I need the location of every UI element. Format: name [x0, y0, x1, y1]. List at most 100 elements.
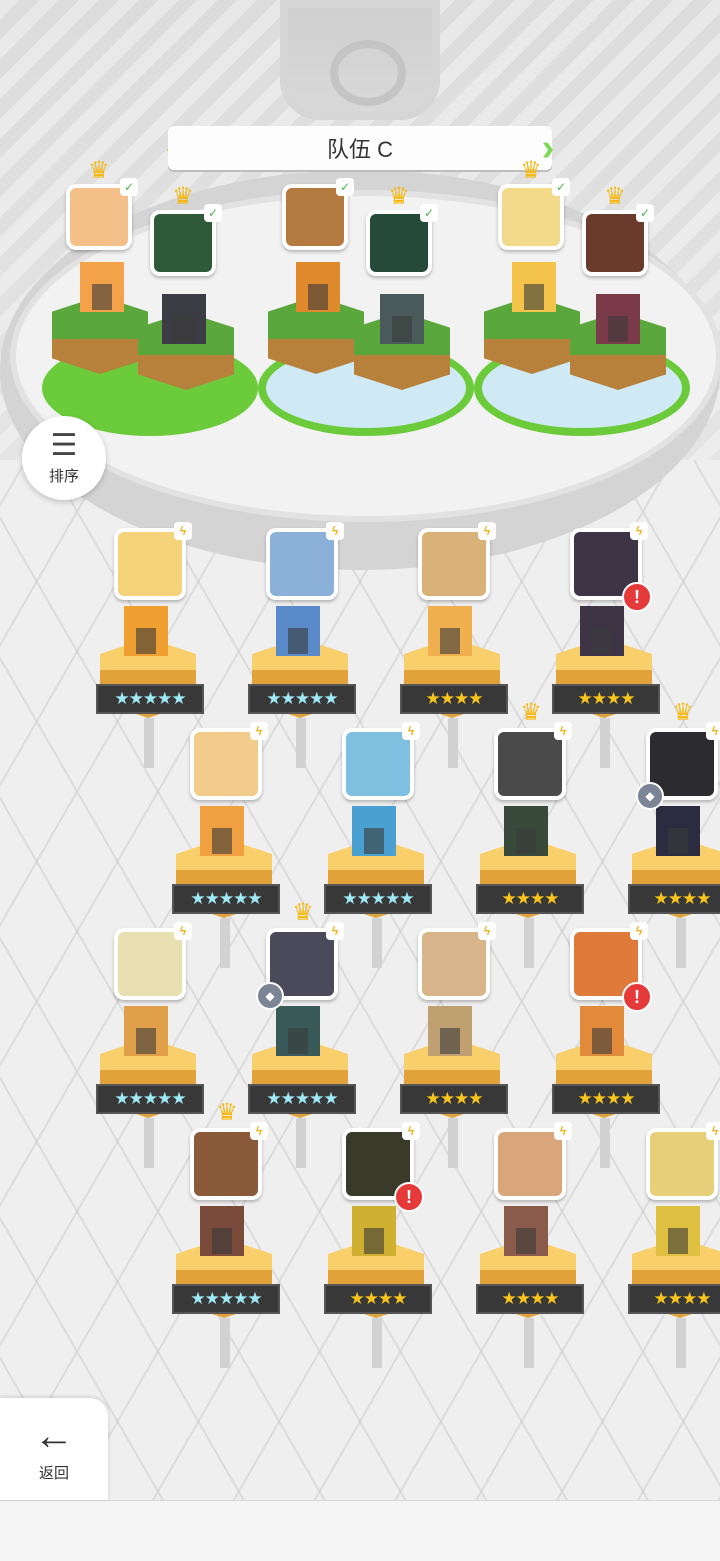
hero-face: [422, 532, 486, 596]
alert-icon: !: [622, 982, 652, 1012]
lightning-icon: ϟ: [706, 1122, 720, 1140]
crown-icon: ♛: [216, 1099, 238, 1126]
hero-face: [346, 732, 410, 796]
team-title-banner: 队伍 C: [168, 126, 552, 170]
star-rating: ★★★★★: [248, 1084, 356, 1114]
hero-sprite: [352, 1206, 396, 1256]
lightning-icon: ϟ: [554, 1122, 572, 1140]
hero-sprite: [580, 1006, 624, 1056]
team-member-portrait[interactable]: ✓: [498, 178, 570, 250]
sort-button[interactable]: ☰ 排序: [22, 416, 106, 500]
team-member-portrait[interactable]: ✓: [66, 178, 138, 250]
leaf-icon: ✓: [120, 178, 138, 196]
hero-sprite: [512, 262, 556, 312]
lightning-icon: ϟ: [630, 922, 648, 940]
crown-icon: ♛: [672, 699, 694, 726]
star-rating: ★★★★: [628, 1284, 720, 1314]
star-rating: ★★★★: [400, 684, 508, 714]
team-member-portrait[interactable]: ✓: [366, 204, 438, 276]
crown-icon: ♛: [88, 157, 110, 184]
hero-portrait[interactable]: ϟ: [342, 722, 420, 800]
sort-icon: ☰: [50, 428, 78, 462]
hero-face: [422, 932, 486, 996]
pedestal-pole: [448, 718, 458, 768]
star-rating: ★★★★: [552, 684, 660, 714]
hero-face: [286, 188, 344, 246]
lightning-icon: ϟ: [630, 522, 648, 540]
back-button[interactable]: ← 返回: [0, 1398, 108, 1500]
crown-icon: ♛: [520, 157, 542, 184]
hero-sprite: [580, 606, 624, 656]
hero-sprite: [162, 294, 206, 344]
sort-label: 排序: [48, 467, 79, 485]
pedestal-pole: [296, 718, 306, 768]
team-title: 队伍 C: [326, 137, 393, 162]
hero-face: [194, 732, 258, 796]
gem-icon: ◆: [256, 982, 284, 1010]
hero-face: [650, 1132, 714, 1196]
hero-face: [502, 188, 560, 246]
pedestal-pole: [600, 1118, 610, 1168]
pedestal-pole: [524, 1318, 534, 1368]
hero-face: [270, 532, 334, 596]
hero-face: [118, 932, 182, 996]
hero-sprite: [296, 262, 340, 312]
hero-portrait[interactable]: ϟ: [494, 722, 572, 800]
leaf-icon: ✓: [552, 178, 570, 196]
pedestal-pole: [676, 1318, 686, 1368]
hero-sprite: [276, 606, 320, 656]
hero-portrait[interactable]: ϟ: [494, 1122, 572, 1200]
hero-portrait[interactable]: ϟ: [114, 922, 192, 1000]
pedestal-pole: [600, 718, 610, 768]
hero-sprite: [504, 1206, 548, 1256]
hero-face: [586, 214, 644, 272]
hero-face: [118, 532, 182, 596]
lightning-icon: ϟ: [402, 1122, 420, 1140]
pedestal-pole: [372, 1318, 382, 1368]
hero-face: [194, 1132, 258, 1196]
leaf-icon: ✓: [336, 178, 354, 196]
hero-portrait[interactable]: ϟ: [114, 522, 192, 600]
hero-portrait[interactable]: ϟ: [418, 522, 496, 600]
alert-icon: !: [622, 582, 652, 612]
hero-portrait[interactable]: ϟ: [266, 522, 344, 600]
hero-sprite: [200, 806, 244, 856]
lightning-icon: ϟ: [554, 722, 572, 740]
lightning-icon: ϟ: [174, 922, 192, 940]
pedestal-pole: [448, 1118, 458, 1168]
team-member-portrait[interactable]: ✓: [582, 204, 654, 276]
hero-sprite: [504, 806, 548, 856]
team-member-portrait[interactable]: ✓: [282, 178, 354, 250]
star-rating: ★★★★★: [172, 1284, 280, 1314]
pedestal-pole: [676, 918, 686, 968]
lightning-icon: ϟ: [250, 722, 268, 740]
hero-sprite: [656, 1206, 700, 1256]
star-rating: ★★★★★: [96, 684, 204, 714]
hero-face: [370, 214, 428, 272]
bottom-bar: [0, 1500, 720, 1561]
hero-sprite: [428, 606, 472, 656]
lightning-icon: ϟ: [478, 922, 496, 940]
gem-icon: ◆: [636, 782, 664, 810]
pedestal-pole: [296, 1118, 306, 1168]
hero-portrait[interactable]: ϟ: [190, 1122, 268, 1200]
statue-decoration: [280, 0, 440, 120]
lightning-icon: ϟ: [250, 1122, 268, 1140]
hero-sprite: [276, 1006, 320, 1056]
team-member-portrait[interactable]: ✓: [150, 204, 222, 276]
lightning-icon: ϟ: [402, 722, 420, 740]
pedestal-pole: [144, 1118, 154, 1168]
star-rating: ★★★★: [476, 1284, 584, 1314]
hero-portrait[interactable]: ϟ: [190, 722, 268, 800]
pedestal-pole: [372, 918, 382, 968]
lightning-icon: ϟ: [326, 922, 344, 940]
crown-icon: ♛: [388, 183, 410, 210]
star-rating: ★★★★: [628, 884, 720, 914]
hero-portrait[interactable]: ϟ: [646, 1122, 720, 1200]
hero-sprite: [596, 294, 640, 344]
hero-portrait[interactable]: ϟ: [418, 922, 496, 1000]
star-rating: ★★★★: [324, 1284, 432, 1314]
star-rating: ★★★★★: [248, 684, 356, 714]
pedestal-pole: [220, 1318, 230, 1368]
star-rating: ★★★★★: [96, 1084, 204, 1114]
